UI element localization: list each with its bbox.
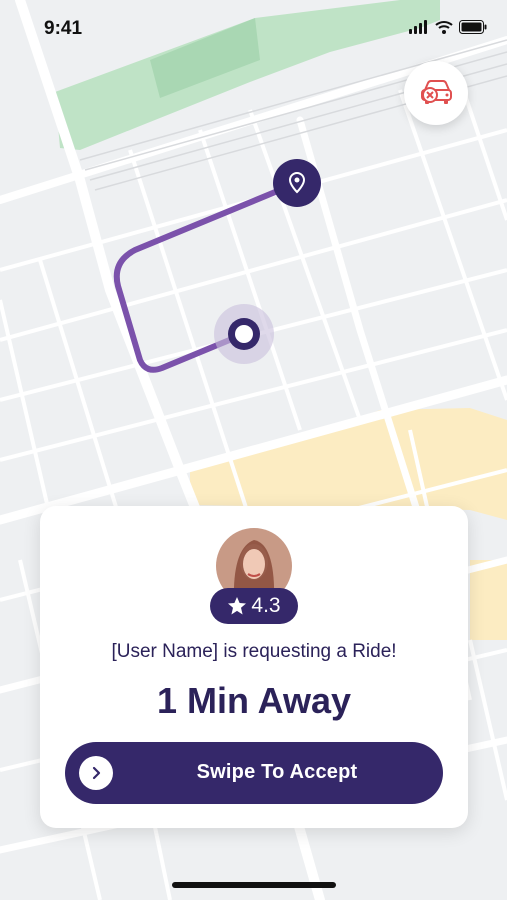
ride-request-card: 4.3 [User Name] is requesting a Ride! 1 … <box>40 506 468 828</box>
destination-pin-icon <box>273 159 321 207</box>
eta-text: 1 Min Away <box>156 680 352 721</box>
status-time: 9:41 <box>44 18 83 39</box>
home-indicator[interactable] <box>172 882 336 888</box>
status-icons <box>409 20 487 34</box>
wifi-icon <box>435 21 453 34</box>
rating-badge: 4.3 <box>210 588 298 624</box>
signal-icon <box>409 20 427 34</box>
battery-icon <box>459 20 487 34</box>
cancel-ride-icon <box>421 80 452 104</box>
request-message: [User Name] is requesting a Ride! <box>111 641 397 662</box>
star-icon <box>228 597 247 615</box>
cancel-ride-button[interactable] <box>404 61 468 125</box>
current-location-marker <box>214 304 274 364</box>
rating-value: 4.3 <box>251 594 281 617</box>
swipe-label: Swipe To Accept <box>196 761 358 783</box>
swipe-to-accept-slider[interactable]: Swipe To Accept <box>65 742 443 804</box>
status-bar: 9:41 <box>0 0 507 50</box>
